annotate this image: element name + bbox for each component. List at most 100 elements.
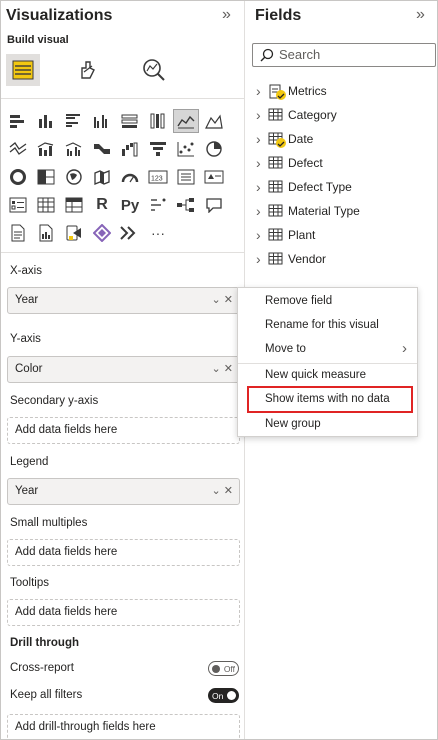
field-table-defect-type[interactable]: › Defect Type [256, 177, 352, 197]
qa-icon[interactable] [201, 193, 227, 217]
cross-report-toggle[interactable]: Off [208, 661, 239, 676]
line-stacked-column-icon[interactable] [33, 137, 59, 161]
build-visual-icon[interactable] [6, 54, 40, 86]
x-axis-field-well[interactable]: Year ⌄ ✕ [7, 287, 240, 314]
field-table-label: Vendor [288, 252, 327, 266]
collapse-fields-icon[interactable]: » [416, 6, 425, 24]
chevron-right-icon[interactable]: › [256, 155, 268, 171]
remove-field-menu-item[interactable]: Remove field [238, 291, 417, 313]
stacked-area-chart-icon[interactable] [5, 137, 31, 161]
field-table-vendor[interactable]: › Vendor [256, 249, 326, 269]
decomposition-tree-icon[interactable] [173, 193, 199, 217]
chevron-right-icon[interactable]: › [256, 251, 268, 267]
area-chart-icon[interactable] [201, 109, 227, 133]
python-visual-icon[interactable]: Py [117, 193, 143, 217]
secondary-y-axis-well[interactable]: Add data fields here [7, 417, 240, 444]
table-icon [268, 132, 286, 148]
checkmark-badge-icon [276, 138, 286, 148]
toggle-state: Off [223, 663, 235, 674]
field-table-date[interactable]: › Date [256, 129, 313, 149]
field-table-defect[interactable]: › Defect [256, 153, 323, 173]
card-icon[interactable]: 123 [145, 165, 171, 189]
collapse-visualizations-icon[interactable]: » [222, 6, 231, 24]
legend-field-well[interactable]: Year ⌄ ✕ [7, 478, 240, 505]
secondary-y-axis-label: Secondary y-axis [10, 395, 99, 407]
field-table-metrics[interactable]: › Metrics [256, 81, 327, 101]
pie-chart-icon[interactable] [201, 137, 227, 161]
chevron-right-icon[interactable]: › [256, 83, 268, 99]
toggle-knob [227, 691, 236, 700]
field-controls[interactable]: ⌄ ✕ [212, 484, 234, 497]
paginated-report-icon[interactable] [33, 221, 59, 245]
format-visual-icon[interactable] [71, 54, 105, 86]
chevron-right-icon[interactable]: › [256, 203, 268, 219]
tooltips-well[interactable]: Add data fields here [7, 599, 240, 626]
funnel-chart-icon[interactable] [145, 137, 171, 161]
field-table-plant[interactable]: › Plant [256, 225, 315, 245]
toggle-state: On [212, 690, 224, 701]
y-axis-label: Y-axis [10, 333, 41, 345]
matrix-icon[interactable] [61, 193, 87, 217]
new-group-menu-item[interactable]: New group [238, 414, 417, 436]
more-visuals-icon[interactable]: ··· [145, 221, 171, 245]
ribbon-chart-icon[interactable] [89, 137, 115, 161]
filled-map-icon[interactable] [89, 165, 115, 189]
chevron-right-icon[interactable]: › [256, 227, 268, 243]
small-multiples-label: Small multiples [10, 517, 88, 529]
table-icon [268, 204, 284, 218]
drill-through-title: Drill through [10, 637, 79, 649]
kpi-icon[interactable] [201, 165, 227, 189]
drill-through-well[interactable]: Add drill-through fields here [7, 714, 240, 740]
chevron-right-icon[interactable]: › [256, 131, 268, 147]
small-multiples-well[interactable]: Add data fields here [7, 539, 240, 566]
clustered-column-chart-icon[interactable] [89, 109, 115, 133]
table-icon [268, 252, 284, 266]
field-context-menu: Remove field Rename for this visual Move… [237, 287, 418, 437]
field-table-material-type[interactable]: › Material Type [256, 201, 360, 221]
x-axis-label: X-axis [10, 265, 42, 277]
keep-all-filters-toggle[interactable]: On [208, 688, 239, 703]
power-apps-icon[interactable] [61, 221, 87, 245]
donut-chart-icon[interactable] [5, 165, 31, 189]
treemap-icon[interactable] [33, 165, 59, 189]
chevron-right-icon[interactable]: › [256, 107, 268, 123]
smart-narrative-icon[interactable] [5, 221, 31, 245]
fields-search-input[interactable]: Search [252, 43, 436, 67]
multi-row-card-icon[interactable] [173, 165, 199, 189]
stacked-bar-chart-icon[interactable] [5, 109, 31, 133]
analytics-icon[interactable] [137, 54, 171, 86]
stacked-column-chart-icon[interactable] [33, 109, 59, 133]
move-to-label: Move to [265, 343, 306, 355]
field-table-label: Metrics [288, 84, 327, 98]
chevron-right-icon[interactable]: › [256, 179, 268, 195]
clustered-bar-chart-icon[interactable] [61, 109, 87, 133]
y-axis-field-well[interactable]: Color ⌄ ✕ [7, 356, 240, 383]
line-clustered-column-icon[interactable] [61, 137, 87, 161]
field-table-label: Category [288, 108, 337, 122]
map-icon[interactable] [61, 165, 87, 189]
key-influencers-icon[interactable] [145, 193, 171, 217]
field-table-category[interactable]: › Category [256, 105, 337, 125]
table-icon [268, 108, 284, 122]
legend-field-value: Year [15, 485, 39, 497]
chevron-right-icon: › [402, 340, 407, 357]
scatter-chart-icon[interactable] [173, 137, 199, 161]
move-to-menu-item[interactable]: Move to › [238, 339, 417, 361]
table-visual-icon[interactable] [33, 193, 59, 217]
power-automate-icon[interactable] [89, 221, 115, 245]
slicer-icon[interactable] [5, 193, 31, 217]
rename-for-visual-menu-item[interactable]: Rename for this visual [238, 315, 417, 337]
table-icon [268, 156, 284, 170]
field-controls[interactable]: ⌄ ✕ [212, 362, 234, 375]
waterfall-chart-icon[interactable] [117, 137, 143, 161]
100-stacked-column-icon[interactable] [145, 109, 171, 133]
r-visual-icon[interactable]: R [89, 193, 115, 217]
gauge-icon[interactable] [117, 165, 143, 189]
line-chart-icon[interactable] [173, 109, 199, 133]
new-quick-measure-menu-item[interactable]: New quick measure [238, 365, 417, 387]
field-controls[interactable]: ⌄ ✕ [212, 293, 234, 306]
power-flow-icon[interactable] [117, 221, 143, 245]
x-axis-field-value: Year [15, 294, 39, 306]
cross-report-label: Cross-report [10, 662, 74, 674]
100-stacked-bar-icon[interactable] [117, 109, 143, 133]
